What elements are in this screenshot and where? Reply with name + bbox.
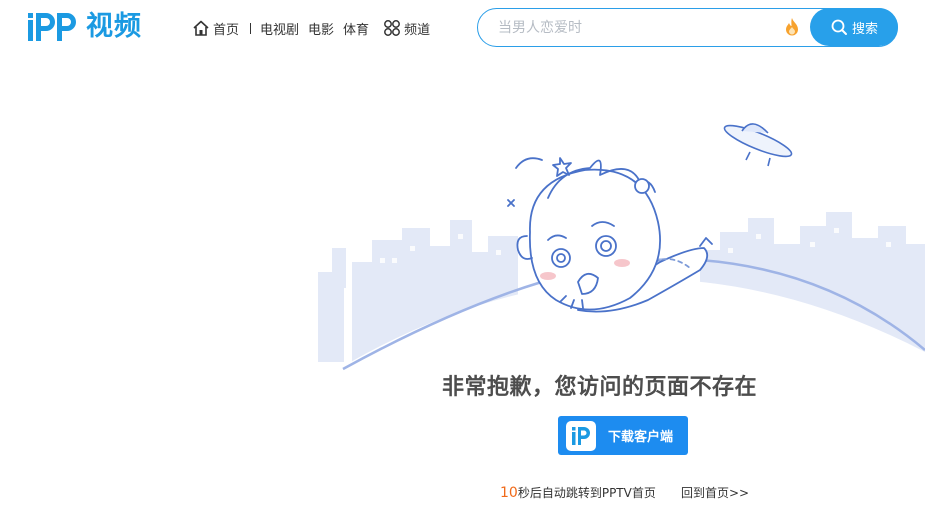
countdown-text: 秒后自动跳转到PPTV首页 <box>517 486 656 500</box>
error-message: 非常抱歉，您访问的页面不存在 <box>442 375 758 400</box>
download-client-button[interactable]: 下载客户端 <box>558 416 688 455</box>
countdown-seconds: 10 <box>500 485 518 501</box>
download-client-label: 下载客户端 <box>608 430 674 445</box>
ufo-drawing <box>723 123 793 167</box>
redirect-countdown: 10秒后自动跳转到PPTV首页 <box>500 484 656 501</box>
pptv-app-icon <box>566 420 596 451</box>
back-to-home-link[interactable]: 回到首页>> <box>681 484 749 501</box>
error-illustration <box>290 123 925 400</box>
